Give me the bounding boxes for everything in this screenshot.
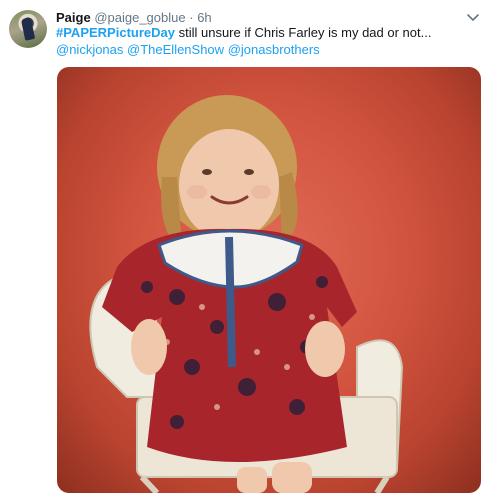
mention-link-jonasbrothers[interactable]: @jonasbrothers	[228, 42, 320, 57]
photo-illustration	[89, 95, 404, 493]
tweet-text: #PAPERPictureDay still unsure if Chris F…	[56, 24, 476, 58]
tweet: Paige @paige_goblue · 6h #PAPERPictureDa…	[0, 0, 494, 500]
timestamp[interactable]: 6h	[197, 10, 211, 25]
author-name[interactable]: Paige	[56, 10, 91, 25]
mention-link-theellenshow[interactable]: @TheEllenShow	[127, 42, 224, 57]
mention-link-nickjonas[interactable]: @nickjonas	[56, 42, 123, 57]
tweet-photo[interactable]	[57, 67, 481, 493]
separator-dot: ·	[189, 10, 194, 25]
avatar[interactable]	[9, 10, 47, 48]
author-handle[interactable]: @paige_goblue	[94, 10, 185, 25]
tweet-body-text: still unsure if Chris Farley is my dad o…	[174, 25, 432, 40]
hashtag-link[interactable]: #PAPERPictureDay	[56, 25, 175, 40]
